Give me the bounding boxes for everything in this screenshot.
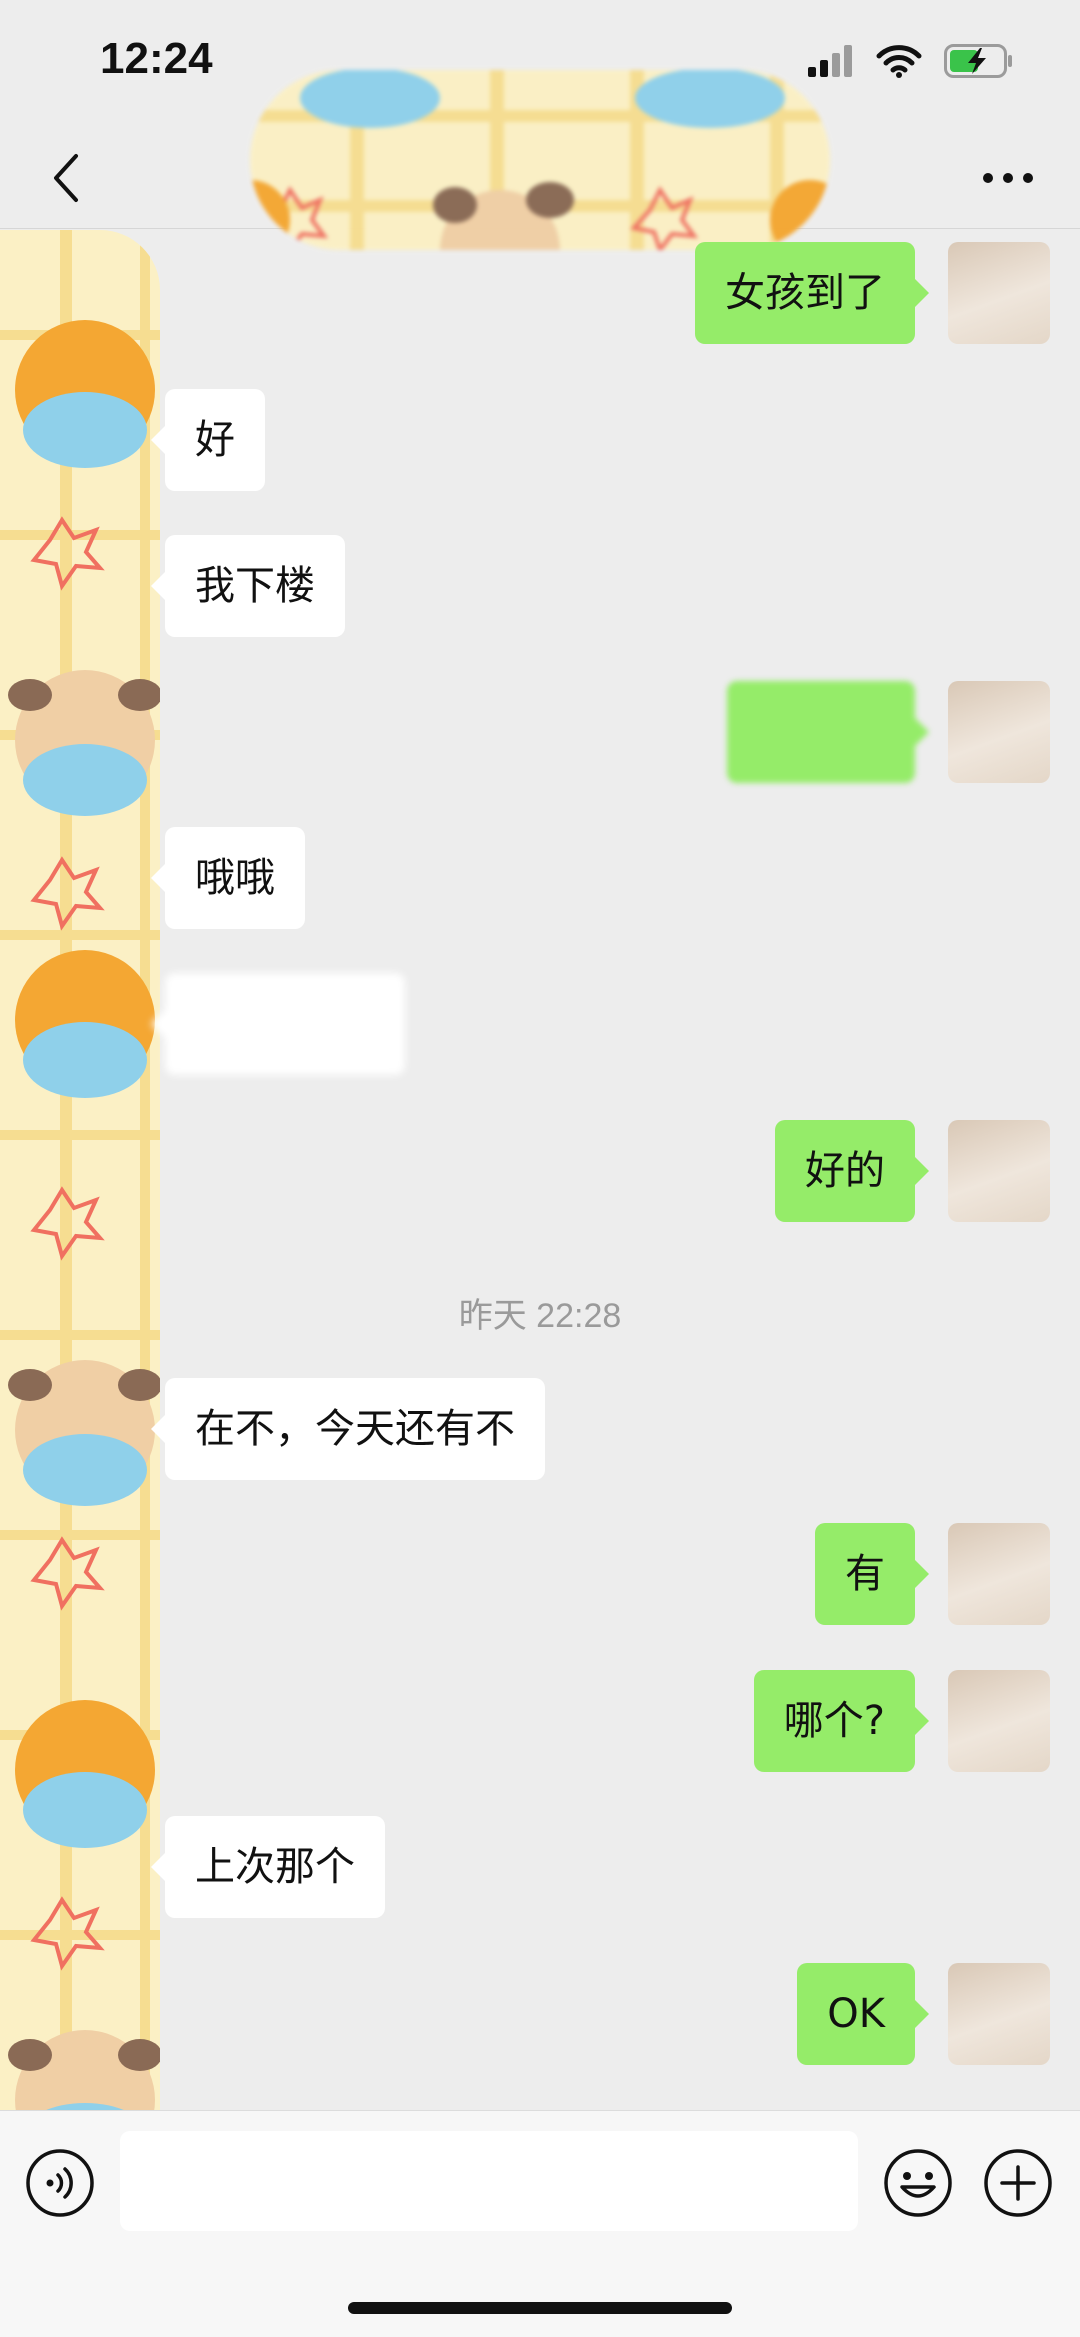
time-divider: 昨天 22:28 [458,1297,622,1335]
chat-screen: 12:24 女孩到了 好 我下楼 哦哦 好的 昨天 22:28 在不，今天还有不… [0,0,1080,2337]
my-avatar[interactable] [948,1120,1050,1222]
outgoing-message[interactable]: 有 [815,1523,929,1625]
outgoing-message-redacted[interactable] [727,681,929,783]
message-list: 女孩到了 好 我下楼 哦哦 好的 昨天 22:28 在不，今天还有不 有 哪个?… [0,230,1080,2110]
outgoing-message[interactable]: 好的 [775,1120,929,1222]
home-indicator [348,2302,732,2314]
incoming-message-redacted[interactable] [151,973,405,1075]
incoming-message[interactable]: 好 [151,389,265,491]
back-button[interactable] [36,148,96,208]
incoming-message[interactable]: 在不，今天还有不 [151,1378,545,1480]
ellipsis-icon [983,173,1033,183]
emoji-icon[interactable] [882,2147,954,2219]
my-avatar[interactable] [948,1670,1050,1772]
outgoing-message[interactable]: 哪个? [753,1670,930,1772]
incoming-message[interactable]: 哦哦 [151,827,305,929]
battery-charging-icon [944,44,1012,78]
outgoing-message[interactable]: 女孩到了 [695,242,929,344]
plus-circle-icon[interactable] [982,2147,1054,2219]
status-icons [808,44,1014,78]
signal-icon [808,45,852,77]
voice-icon[interactable] [24,2147,96,2219]
outgoing-message[interactable]: OK [797,1963,929,2065]
incoming-message[interactable]: 我下楼 [151,535,345,637]
my-avatar[interactable] [948,1523,1050,1625]
chevron-left-icon [54,154,78,202]
message-input[interactable] [120,2131,858,2231]
my-avatar[interactable] [948,242,1050,344]
incoming-message[interactable]: 上次那个 [151,1816,385,1918]
more-button[interactable] [976,158,1040,198]
title-cover-sticker [250,70,830,250]
my-avatar[interactable] [948,1963,1050,2065]
status-time: 12:24 [100,34,213,83]
my-avatar[interactable] [948,681,1050,783]
wifi-icon [876,45,922,78]
